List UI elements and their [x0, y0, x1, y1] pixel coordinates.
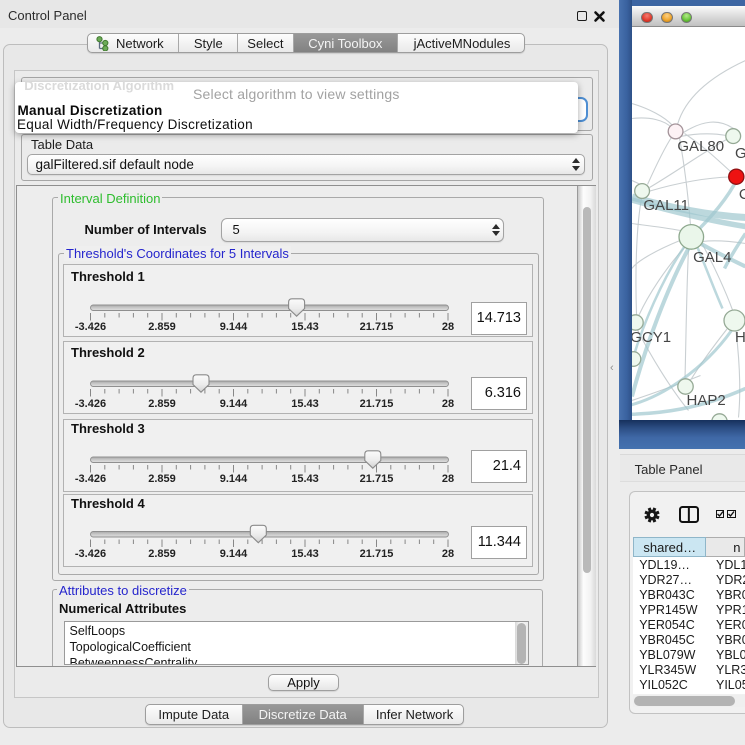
- svg-text:C: C: [738, 186, 745, 203]
- svg-text:HAP2: HAP2: [686, 392, 725, 409]
- svg-text:GAL4: GAL4: [693, 249, 731, 266]
- svg-text:GA: GA: [735, 145, 745, 162]
- svg-text:GCY1: GCY1: [632, 329, 671, 346]
- svg-text:GAL80: GAL80: [677, 138, 724, 155]
- svg-text:GAL11: GAL11: [643, 197, 689, 214]
- svg-text:H: H: [735, 329, 745, 346]
